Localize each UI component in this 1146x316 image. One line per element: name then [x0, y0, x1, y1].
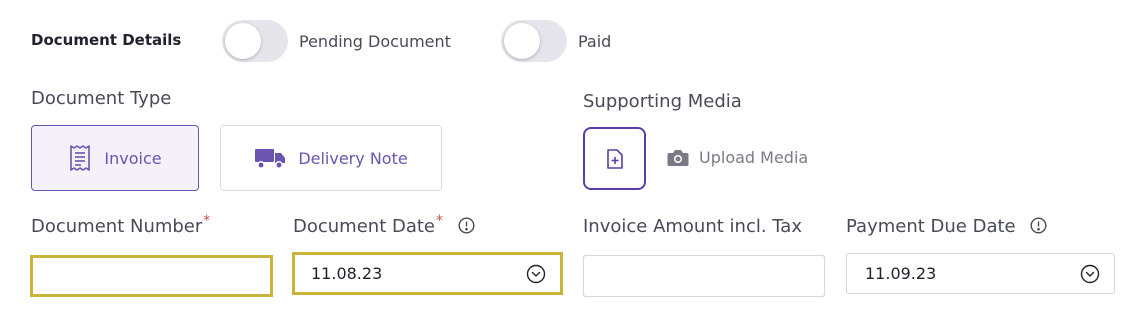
payment-due-date-value: 11.09.23 — [865, 264, 937, 283]
camera-icon — [667, 149, 689, 166]
chevron-down-icon[interactable] — [526, 264, 546, 284]
payment-due-date-label-text: Payment Due Date — [846, 216, 1016, 237]
supporting-media-label: Supporting Media — [583, 91, 742, 112]
payment-due-date-label: Payment Due Date — [846, 216, 1047, 237]
paid-toggle[interactable] — [501, 20, 567, 62]
toggle-knob — [225, 23, 261, 59]
document-date-label: Document Date* — [293, 213, 475, 237]
pending-document-toggle-row: Pending Document — [222, 20, 451, 62]
toggle-knob — [504, 23, 540, 59]
required-marker: * — [203, 213, 211, 229]
invoice-type-label: Invoice — [104, 148, 162, 168]
document-number-label-text: Document Number — [31, 216, 203, 237]
receipt-icon — [70, 145, 91, 171]
info-icon[interactable] — [1030, 216, 1047, 234]
file-plus-icon — [606, 148, 623, 169]
add-media-button[interactable] — [583, 127, 646, 190]
paid-toggle-row: Paid — [501, 20, 611, 62]
chevron-down-icon[interactable] — [1080, 264, 1100, 284]
delivery-note-type-label: Delivery Note — [298, 148, 408, 168]
document-date-value: 11.08.23 — [311, 264, 383, 283]
section-title: Document Details — [31, 31, 182, 49]
document-date-label-text: Document Date — [293, 216, 435, 237]
document-date-input[interactable]: 11.08.23 — [292, 252, 563, 295]
required-marker: * — [436, 213, 443, 229]
upload-media-label: Upload Media — [699, 148, 809, 167]
truck-icon — [255, 149, 286, 169]
invoice-amount-label: Invoice Amount incl. Tax — [583, 216, 802, 237]
pending-document-label: Pending Document — [299, 31, 451, 51]
delivery-note-type-button[interactable]: Delivery Note — [220, 125, 442, 191]
document-number-label: Document Number* — [31, 213, 211, 237]
invoice-amount-input[interactable] — [583, 255, 825, 297]
invoice-type-button[interactable]: Invoice — [31, 125, 199, 191]
info-icon[interactable] — [458, 216, 475, 234]
document-type-label: Document Type — [31, 88, 172, 109]
pending-document-toggle[interactable] — [222, 20, 288, 62]
paid-label: Paid — [578, 31, 612, 51]
upload-media-link[interactable]: Upload Media — [667, 148, 808, 167]
document-number-input[interactable] — [30, 255, 273, 297]
payment-due-date-input[interactable]: 11.09.23 — [846, 253, 1115, 294]
